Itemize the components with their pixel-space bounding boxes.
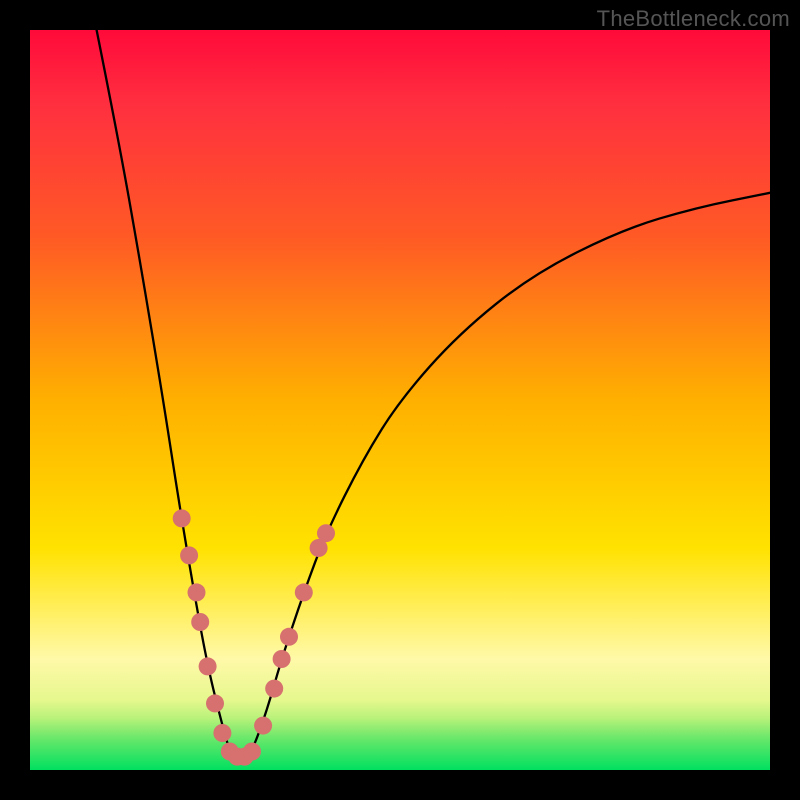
data-marker [254,717,272,735]
data-marker [265,680,283,698]
plot-area [30,30,770,770]
gradient-background [30,30,770,770]
watermark-text: TheBottleneck.com [597,6,790,32]
chart-frame: TheBottleneck.com [0,0,800,800]
data-marker [213,724,231,742]
data-marker [317,524,335,542]
data-marker [191,613,209,631]
data-marker [206,694,224,712]
data-marker [180,546,198,564]
data-marker [273,650,291,668]
data-marker [243,743,261,761]
data-marker [295,583,313,601]
chart-svg [30,30,770,770]
data-marker [280,628,298,646]
data-marker [188,583,206,601]
data-marker [199,657,217,675]
data-marker [173,509,191,527]
